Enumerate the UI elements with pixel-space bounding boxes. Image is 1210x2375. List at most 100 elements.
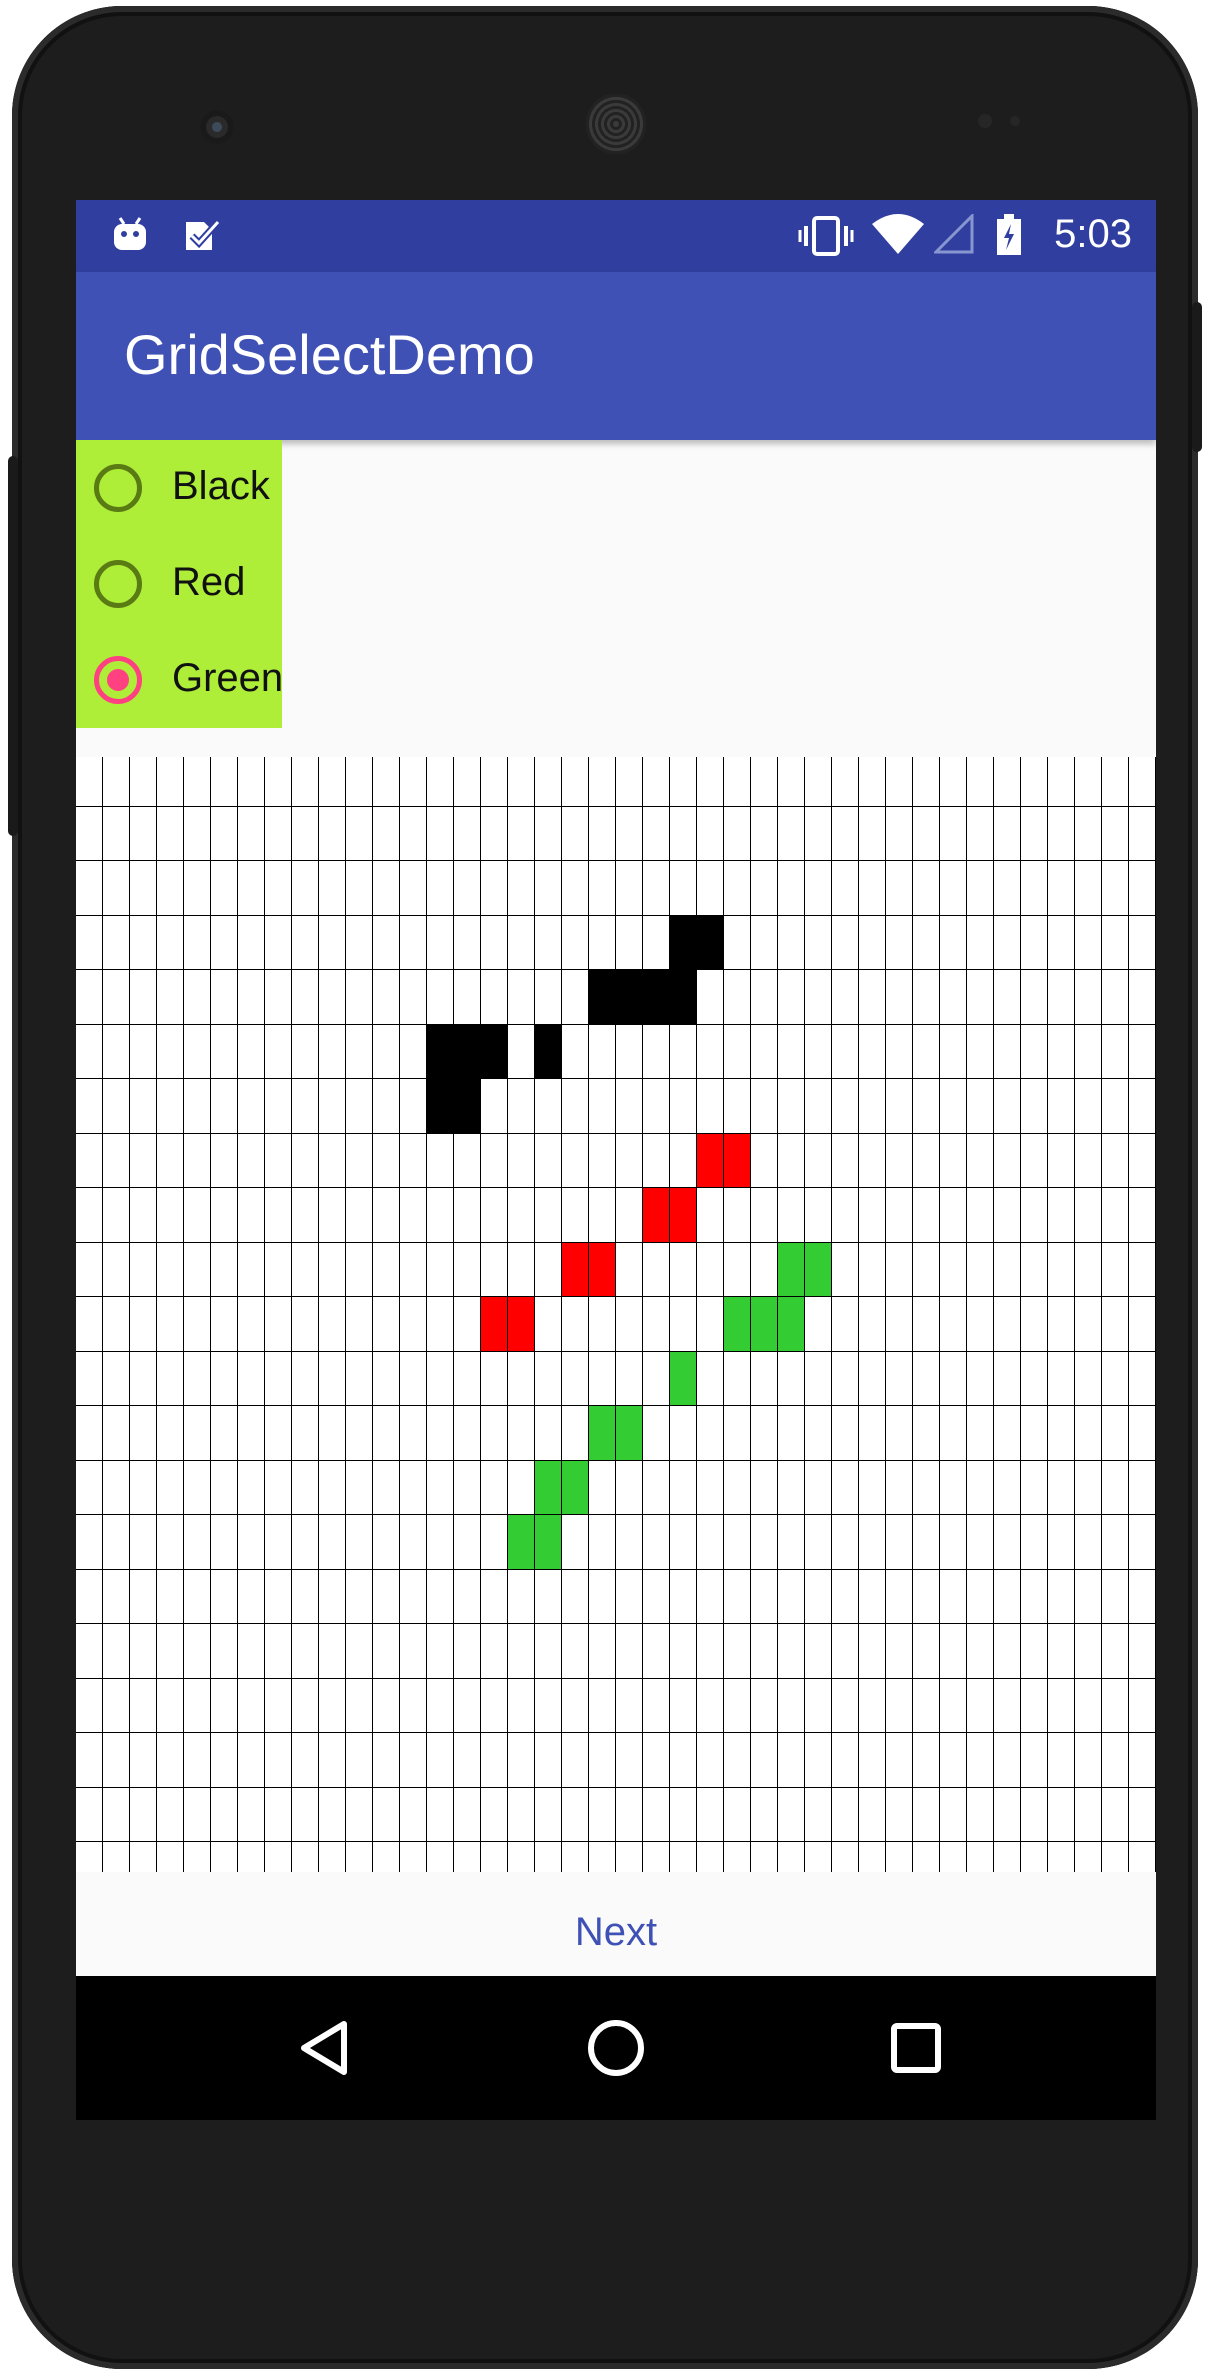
grid-cell[interactable] <box>697 1678 724 1733</box>
grid-cell[interactable] <box>832 1842 859 1872</box>
grid-cell[interactable] <box>1102 1569 1129 1624</box>
grid-cell[interactable] <box>535 806 562 861</box>
grid-cell[interactable] <box>238 1842 265 1872</box>
grid-cell[interactable] <box>76 1569 103 1624</box>
grid-cell[interactable] <box>616 1624 643 1679</box>
grid-cell[interactable] <box>76 1079 103 1134</box>
grid-cell[interactable] <box>778 1188 805 1243</box>
grid-cell[interactable] <box>481 1406 508 1461</box>
grid-cell[interactable] <box>697 1787 724 1842</box>
grid-cell[interactable] <box>103 861 130 916</box>
grid-cell[interactable] <box>1021 806 1048 861</box>
grid-cell[interactable] <box>886 1842 913 1872</box>
grid-cell[interactable] <box>184 970 211 1025</box>
grid-cell[interactable] <box>292 915 319 970</box>
grid-cell[interactable] <box>292 1569 319 1624</box>
grid-cell[interactable] <box>319 1678 346 1733</box>
grid-cell[interactable] <box>1048 970 1075 1025</box>
grid-cell[interactable] <box>913 1460 940 1515</box>
grid-cell[interactable] <box>319 1569 346 1624</box>
grid-cell[interactable] <box>697 1406 724 1461</box>
grid-cell[interactable] <box>427 970 454 1025</box>
grid-cell[interactable] <box>562 1406 589 1461</box>
grid-cell[interactable] <box>1048 806 1075 861</box>
grid-cell[interactable] <box>994 861 1021 916</box>
grid-cell[interactable] <box>616 861 643 916</box>
grid-cell[interactable] <box>832 1024 859 1079</box>
grid-cell[interactable] <box>373 1624 400 1679</box>
grid-cell[interactable] <box>319 806 346 861</box>
grid-cell[interactable] <box>238 1787 265 1842</box>
grid-cell[interactable] <box>103 1133 130 1188</box>
grid-cell[interactable] <box>508 1842 535 1872</box>
grid-cell[interactable] <box>1021 1133 1048 1188</box>
grid-cell[interactable] <box>724 970 751 1025</box>
grid-cell[interactable] <box>670 1133 697 1188</box>
grid-cell[interactable] <box>643 1733 670 1788</box>
grid-cell[interactable] <box>1048 1569 1075 1624</box>
grid-cell[interactable] <box>778 1842 805 1872</box>
grid-cell[interactable] <box>130 1624 157 1679</box>
grid-cell[interactable] <box>184 861 211 916</box>
grid-cell[interactable] <box>103 1297 130 1352</box>
grid-cell[interactable] <box>373 1188 400 1243</box>
grid-cell[interactable] <box>967 861 994 916</box>
grid-cell[interactable] <box>1021 1406 1048 1461</box>
grid-cell[interactable] <box>805 1460 832 1515</box>
grid-cell[interactable] <box>778 861 805 916</box>
grid-cell[interactable] <box>724 1515 751 1570</box>
grid-cell[interactable] <box>724 1024 751 1079</box>
grid-cell[interactable] <box>1129 915 1156 970</box>
grid-cell[interactable] <box>184 1733 211 1788</box>
grid-cell[interactable] <box>724 1351 751 1406</box>
grid-cell[interactable] <box>832 1297 859 1352</box>
grid-cell[interactable] <box>1021 1460 1048 1515</box>
grid-cell[interactable] <box>130 1460 157 1515</box>
grid-cell[interactable] <box>940 1787 967 1842</box>
grid-cell[interactable] <box>373 1133 400 1188</box>
grid-cell[interactable] <box>859 1079 886 1134</box>
grid-cell[interactable] <box>346 1242 373 1297</box>
grid-cell[interactable] <box>76 861 103 916</box>
grid-cell[interactable] <box>508 757 535 807</box>
grid-cell[interactable] <box>751 1079 778 1134</box>
grid-cell[interactable] <box>832 1079 859 1134</box>
grid-cell[interactable] <box>1021 1297 1048 1352</box>
grid-cell[interactable] <box>1129 1351 1156 1406</box>
grid-cell[interactable] <box>535 1460 562 1515</box>
grid-cell[interactable] <box>670 1406 697 1461</box>
grid-cell[interactable] <box>1129 861 1156 916</box>
grid-cell[interactable] <box>130 1569 157 1624</box>
grid-cell[interactable] <box>616 1515 643 1570</box>
grid-cell[interactable] <box>751 1678 778 1733</box>
grid-cell[interactable] <box>1048 1733 1075 1788</box>
grid-cell[interactable] <box>427 1678 454 1733</box>
grid-cell[interactable] <box>508 1515 535 1570</box>
grid-cell[interactable] <box>805 1624 832 1679</box>
grid-cell[interactable] <box>913 1242 940 1297</box>
grid-cell[interactable] <box>157 970 184 1025</box>
grid-cell[interactable] <box>697 915 724 970</box>
grid-cell[interactable] <box>1129 1569 1156 1624</box>
grid-cell[interactable] <box>319 1024 346 1079</box>
grid-cell[interactable] <box>103 1678 130 1733</box>
grid-cell[interactable] <box>562 1079 589 1134</box>
grid-cell[interactable] <box>778 1787 805 1842</box>
grid-cell[interactable] <box>697 1242 724 1297</box>
grid-cell[interactable] <box>1048 1024 1075 1079</box>
grid-cell[interactable] <box>1102 1842 1129 1872</box>
grid-cell[interactable] <box>346 1733 373 1788</box>
grid-cell[interactable] <box>1075 1242 1102 1297</box>
grid-cell[interactable] <box>1102 1515 1129 1570</box>
grid-cell[interactable] <box>292 970 319 1025</box>
grid-cell[interactable] <box>211 1842 238 1872</box>
grid-cell[interactable] <box>778 1624 805 1679</box>
grid-cell[interactable] <box>697 1024 724 1079</box>
grid-cell[interactable] <box>535 1787 562 1842</box>
grid-cell[interactable] <box>805 806 832 861</box>
grid-cell[interactable] <box>670 1624 697 1679</box>
grid-cell[interactable] <box>238 1406 265 1461</box>
grid-cell[interactable] <box>157 915 184 970</box>
grid-cell[interactable] <box>130 1133 157 1188</box>
grid-cell[interactable] <box>859 1188 886 1243</box>
